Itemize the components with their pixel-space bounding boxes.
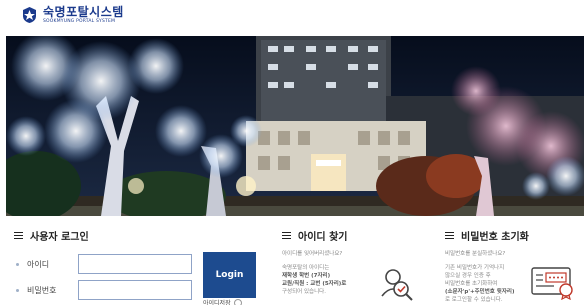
find-id-subtitle: 아이디를 잊어버리셨나요?	[282, 251, 343, 257]
menu-lines-icon	[282, 232, 291, 239]
password-label: 비밀번호	[14, 285, 78, 296]
menu-lines-icon	[445, 232, 454, 239]
save-id-label: 아이디저장	[203, 300, 231, 305]
menu-lines-icon	[14, 232, 23, 239]
find-id-title-text: 아이디 찾기	[298, 232, 348, 243]
reset-password-panel[interactable]: 비밀번호 초기화 비밀번호를 분실하셨나요? 기존 비밀번호가 기억나지 않으실…	[445, 228, 584, 304]
password-certificate-icon	[531, 267, 573, 300]
portal-logo[interactable]: 숙명포탈시스템 SOOKMYUNG PORTAL SYSTEM	[21, 6, 124, 25]
id-input[interactable]	[78, 254, 192, 274]
reset-password-title-text: 비밀번호 초기화	[461, 232, 529, 243]
login-title-text: 사용자 로그인	[30, 232, 89, 243]
logo-subtitle: SOOKMYUNG PORTAL SYSTEM	[43, 19, 116, 24]
id-row: 아이디	[14, 254, 192, 274]
login-title: 사용자 로그인	[14, 228, 264, 243]
password-input[interactable]	[78, 280, 192, 300]
id-label-text: 아이디	[27, 259, 50, 269]
password-row: 비밀번호	[14, 280, 192, 300]
login-panel: 사용자 로그인 아이디 비밀번호 Login 아이디저장	[14, 228, 264, 305]
campus-banner-image	[6, 36, 584, 216]
find-id-desc-line: 재학생 학번 (7자리)	[282, 273, 331, 279]
find-id-desc-line: 교원/직원 : 교번 (5자리)로	[282, 281, 347, 287]
save-id-option[interactable]: 아이디저장	[203, 298, 242, 305]
bullet-icon	[16, 262, 19, 266]
id-label: 아이디	[14, 259, 78, 270]
reset-password-desc-line: (소문자'p'+주민번호 뒷자리)	[445, 289, 515, 295]
find-id-panel[interactable]: 아이디 찾기 아이디를 잊어버리셨나요? 숙명포탈의 아이디는 재학생 학번 (…	[282, 228, 432, 301]
password-label-text: 비밀번호	[27, 285, 57, 295]
find-id-title: 아이디 찾기	[282, 228, 432, 243]
login-button[interactable]: Login	[203, 252, 256, 298]
logo-name: 숙명포탈시스템	[43, 5, 124, 19]
bullet-icon	[16, 288, 19, 292]
reset-password-title: 비밀번호 초기화	[445, 228, 584, 243]
university-emblem-icon	[23, 7, 36, 24]
header: 숙명포탈시스템 SOOKMYUNG PORTAL SYSTEM	[0, 0, 584, 36]
reset-password-subtitle: 비밀번호를 분실하셨나요?	[445, 251, 506, 257]
user-search-icon	[381, 269, 413, 301]
save-id-checkbox[interactable]	[233, 298, 242, 305]
